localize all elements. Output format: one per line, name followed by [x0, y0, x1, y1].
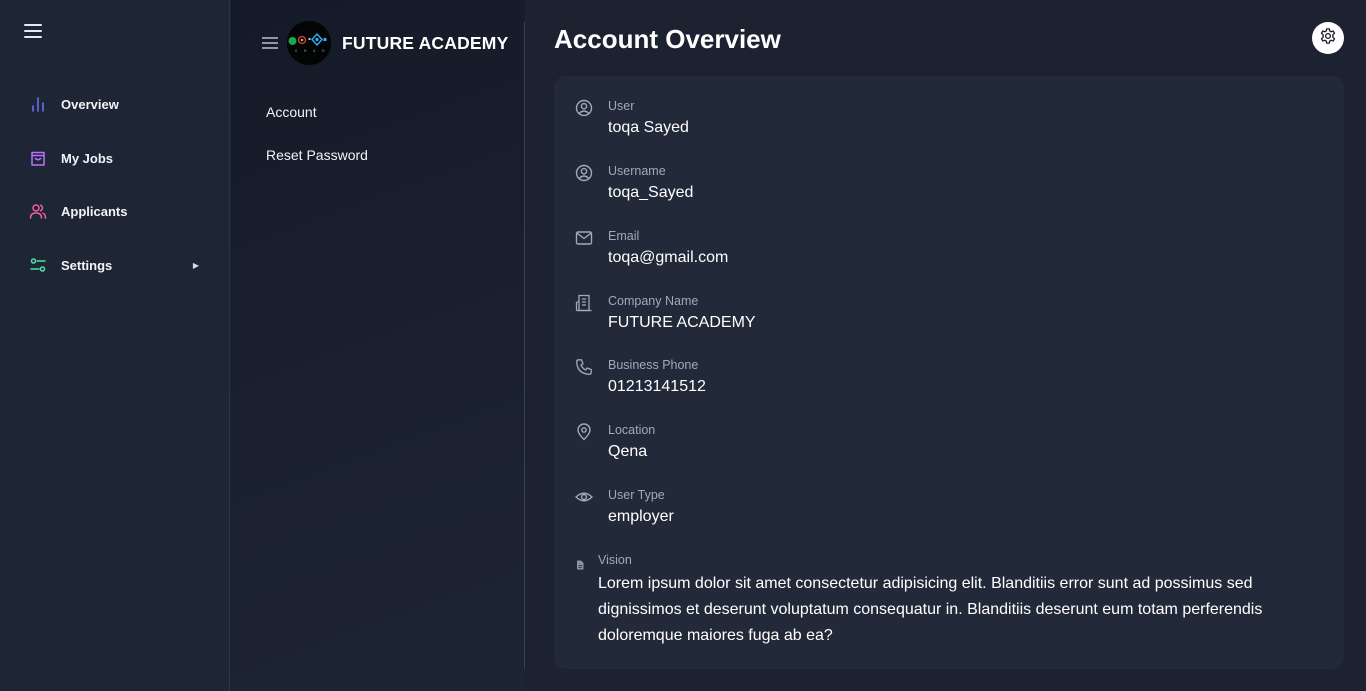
field-label: Location [608, 423, 656, 437]
field-value-vision: Lorem ipsum dolor sit amet consectetur a… [598, 575, 1263, 644]
svg-text:s: s [295, 48, 297, 53]
mail-icon [575, 229, 593, 247]
sidebar-item-label: Applicants [61, 203, 128, 219]
users-icon [28, 201, 48, 221]
brand-name: FUTURE ACADEMY [342, 33, 509, 53]
bar-chart-icon [28, 94, 48, 114]
sliders-icon [28, 255, 48, 275]
sidebar-item-label: Settings [61, 257, 113, 273]
map-pin-icon [575, 423, 593, 441]
field-label: Email [608, 229, 640, 243]
phone-icon [575, 358, 593, 376]
field-value: toqa Sayed [608, 119, 689, 136]
shopping-bag-icon [28, 148, 48, 168]
sidebar-item-applicants[interactable]: Applicants [28, 199, 203, 223]
field-value: FUTURE ACADEMY [608, 314, 756, 331]
menu-toggle-icon[interactable] [24, 24, 42, 40]
sidebar-item-settings[interactable]: Settings ▶ [28, 253, 203, 277]
user-circle-icon [575, 164, 593, 182]
settings-button[interactable] [1312, 22, 1344, 54]
submenu-item-account[interactable]: Account [266, 104, 317, 120]
field-value: employer [608, 508, 674, 525]
main-sidebar: Overview My Jobs Applicants Settings ▶ [0, 0, 230, 691]
field-label: User [608, 99, 635, 113]
page-title: Account Overview [554, 24, 781, 54]
sidebar-item-label: Overview [61, 96, 119, 112]
submenu-item-reset-password[interactable]: Reset Password [266, 147, 368, 163]
eye-icon [574, 488, 594, 506]
gear-icon [1319, 27, 1337, 50]
sidebar-item-label: My Jobs [61, 150, 114, 166]
document-icon [576, 557, 584, 570]
field-label: Company Name [608, 294, 699, 308]
chevron-right-icon: ▶ [192, 260, 199, 270]
field-label: Business Phone [608, 358, 699, 372]
field-label: Username [608, 164, 666, 178]
field-label-vision: Vision [598, 553, 632, 567]
sidebar-item-my-jobs[interactable]: My Jobs [28, 146, 203, 170]
field-value: 01213141512 [608, 378, 706, 395]
panel-divider [524, 22, 525, 669]
sidebar-item-overview[interactable]: Overview [28, 92, 203, 116]
field-label: User Type [608, 488, 665, 502]
field-value: Qena [608, 443, 648, 460]
field-value: toqa_Sayed [608, 184, 694, 201]
building-icon [575, 294, 593, 312]
field-value: toqa@gmail.com [608, 249, 729, 266]
brand-logo: s e x n [287, 21, 331, 65]
submenu-toggle-icon[interactable] [262, 37, 278, 49]
user-circle-icon [575, 99, 593, 117]
